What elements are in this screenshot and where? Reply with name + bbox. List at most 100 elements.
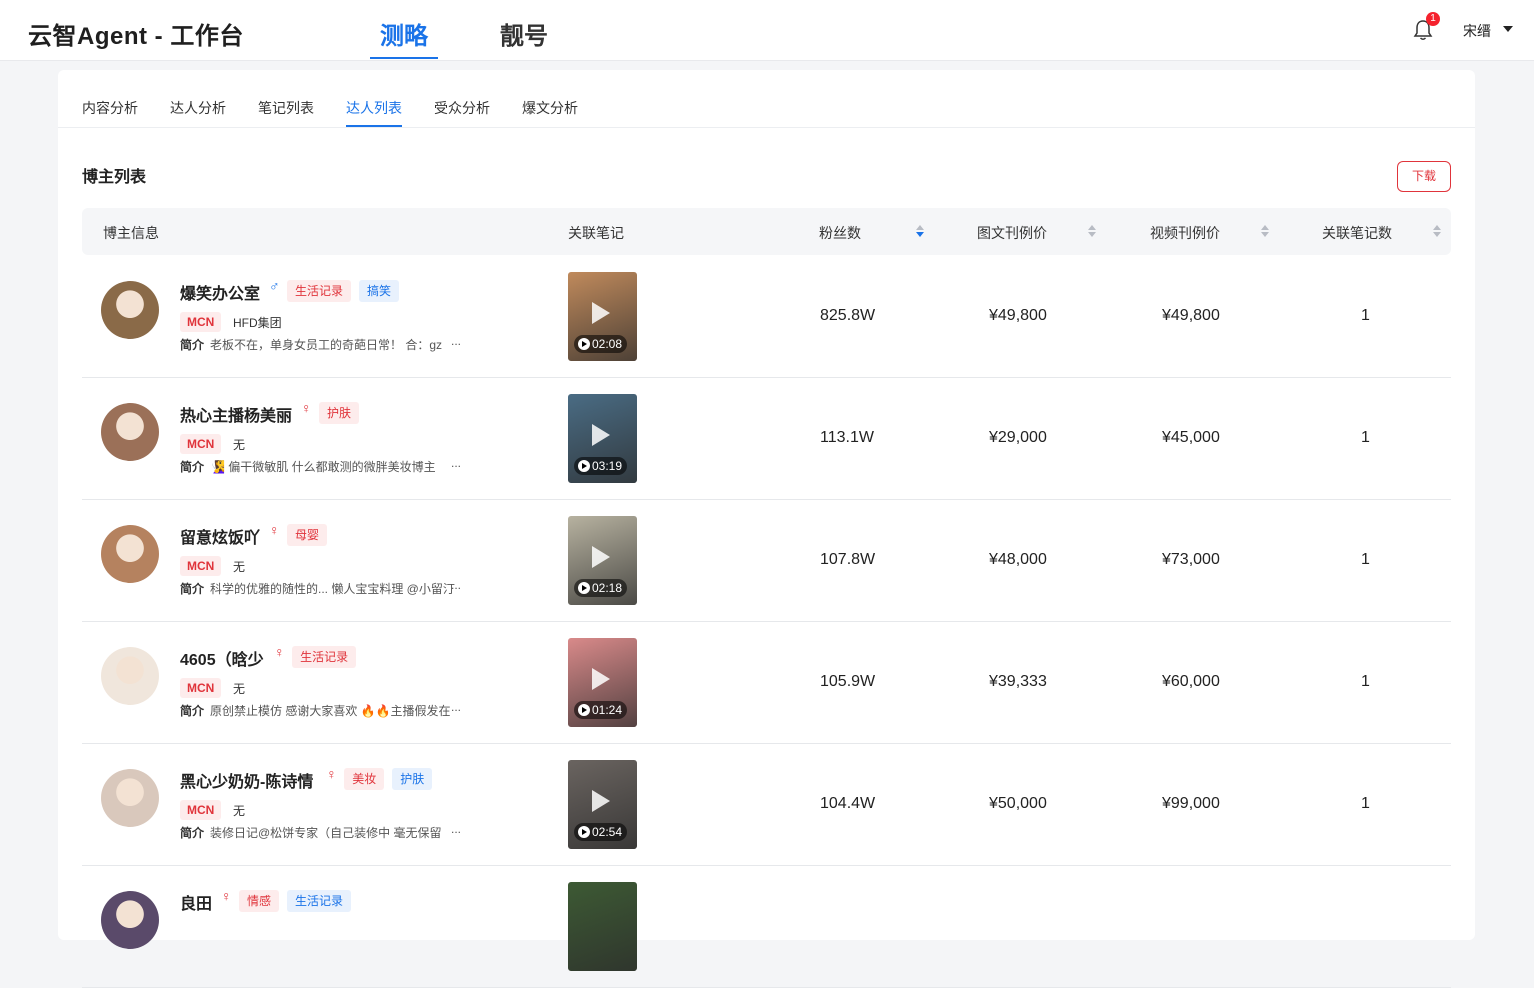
tab-note-list[interactable]: 笔记列表 (258, 98, 314, 118)
avatar[interactable] (101, 769, 159, 827)
gender-female-icon: ♀ (301, 400, 312, 416)
blogger-name[interactable]: 良田 (180, 890, 212, 914)
duration-text: 02:54 (592, 825, 623, 839)
sort-image-price-icon[interactable] (1088, 225, 1096, 239)
bio-label: 简介 (180, 338, 205, 352)
mcn-value: 无 (233, 682, 246, 696)
category-tag: 生活记录 (287, 890, 352, 912)
download-button[interactable]: 下载 (1397, 161, 1451, 192)
play-icon (592, 302, 610, 324)
sub-tab-bar: 内容分析 达人分析 笔记列表 达人列表 受众分析 爆文分析 (58, 70, 1475, 128)
avatar[interactable] (101, 281, 159, 339)
blogger-name[interactable]: 4605（晗少 (180, 646, 264, 670)
note-count: 1 (1361, 673, 1370, 690)
mcn-badge: MCN (180, 312, 222, 332)
tab-lianghao[interactable]: 靓号 (500, 16, 548, 51)
mcn-value: 无 (233, 438, 246, 452)
bio-ellipsis: ... (451, 456, 462, 470)
avatar[interactable] (101, 647, 159, 705)
blogger-name[interactable]: 黑心少奶奶-陈诗情 (180, 768, 313, 792)
col-related-notes: 关联笔记 (568, 225, 624, 241)
sort-note-count-icon[interactable] (1433, 225, 1441, 239)
app-title: 云智Agent - 工作台 (28, 23, 244, 50)
blogger-name[interactable]: 热心主播杨美丽 (180, 402, 292, 426)
col-fans[interactable]: 粉丝数 (819, 223, 861, 243)
blogger-name[interactable]: 留意炫饭吖 (180, 524, 260, 548)
sort-fans-icon[interactable] (916, 225, 924, 239)
fans-count: 104.4W (820, 795, 876, 812)
note-thumbnail[interactable] (568, 882, 637, 971)
tab-audience-analysis[interactable]: 受众分析 (434, 98, 490, 118)
category-tag: 母婴 (287, 524, 328, 546)
table-row[interactable]: 留意炫饭吖 ♀ 母婴 MCN 无简介 科学的优雅的随性的... 懒人宝宝料理 @小留汀..… (82, 500, 1451, 622)
note-thumbnail[interactable]: 02:08 (568, 272, 637, 361)
duration-text: 02:18 (592, 581, 623, 595)
tab-kol-list[interactable]: 达人列表 (346, 98, 402, 118)
tab-celue[interactable]: 测略 (380, 16, 428, 51)
bio-text: 老板不在，单身女员工的奇葩日常！ 合：gz (210, 338, 443, 352)
col-image-price[interactable]: 图文刊例价 (977, 223, 1047, 243)
bio-label: 简介 (180, 826, 205, 840)
mcn-badge: MCN (180, 434, 222, 454)
video-duration: 02:08 (574, 335, 628, 353)
gender-female-icon: ♀ (269, 522, 280, 538)
user-name[interactable]: 宋缙 (1463, 21, 1491, 41)
category-tag: 生活记录 (292, 646, 357, 668)
avatar[interactable] (101, 525, 159, 583)
image-price: ¥49,800 (989, 307, 1047, 324)
avatar[interactable] (101, 403, 159, 461)
play-circle-icon (578, 582, 590, 594)
image-price: ¥39,333 (989, 673, 1047, 690)
main-card: 内容分析 达人分析 笔记列表 达人列表 受众分析 爆文分析 博主列表 下载 博主… (58, 70, 1475, 988)
play-circle-icon (578, 460, 590, 472)
image-price: ¥48,000 (989, 551, 1047, 568)
bio-text: 🧏‍♀️ 偏干微敏肌 什么都敢测的微胖美妆博主 (210, 460, 436, 474)
video-price: ¥99,000 (1162, 795, 1220, 812)
category-tag: 生活记录 (287, 280, 352, 302)
table-row[interactable]: 良田 ♀ 情感 生活记录 (82, 866, 1451, 988)
mcn-value: 无 (233, 560, 246, 574)
active-subtab-indicator (346, 125, 402, 127)
fans-count: 107.8W (820, 551, 876, 568)
note-thumbnail[interactable]: 01:24 (568, 638, 637, 727)
mcn-badge: MCN (180, 800, 222, 820)
gender-female-icon: ♀ (274, 644, 285, 660)
col-note-count[interactable]: 关联笔记数 (1322, 223, 1392, 243)
note-thumbnail[interactable]: 02:18 (568, 516, 637, 605)
bio-ellipsis: ... (451, 700, 462, 714)
video-price: ¥73,000 (1162, 551, 1220, 568)
caret-down-icon[interactable] (1503, 26, 1513, 32)
table-row[interactable]: 热心主播杨美丽 ♀ 护肤 MCN 无简介 🧏‍♀️ 偏干微敏肌 什么都敢测的微胖美妆博主.… (82, 378, 1451, 500)
bio-ellipsis: ... (451, 334, 462, 348)
category-tag: 护肤 (319, 402, 360, 424)
bio-ellipsis: ... (451, 822, 462, 836)
tab-content-analysis[interactable]: 内容分析 (82, 98, 138, 118)
play-circle-icon (578, 826, 590, 838)
bio-ellipsis: ... (451, 578, 462, 592)
category-tag: 美妆 (344, 768, 385, 790)
table-row[interactable]: 黑心少奶奶-陈诗情 ♀ 美妆 护肤 MCN 无简介 装修日记@松饼专家（自己装修中 毫无保留… (82, 744, 1451, 866)
fans-count: 105.9W (820, 673, 876, 690)
video-duration: 02:54 (574, 823, 628, 841)
table-row[interactable]: 爆笑办公室 ♂ 生活记录 搞笑 MCN HFD集团 简介 老板不在，单身女员工的奇葩日常！ 合… (82, 256, 1451, 378)
note-thumbnail[interactable]: 03:19 (568, 394, 637, 483)
play-circle-icon (578, 338, 590, 350)
fans-count: 113.1W (820, 429, 874, 446)
sort-video-price-icon[interactable] (1261, 225, 1269, 239)
avatar[interactable] (101, 891, 159, 949)
note-count: 1 (1361, 795, 1370, 812)
note-thumbnail[interactable]: 02:54 (568, 760, 637, 849)
image-price: ¥29,000 (989, 429, 1047, 446)
note-count: 1 (1361, 551, 1370, 568)
tab-kol-analysis[interactable]: 达人分析 (170, 98, 226, 118)
blogger-name[interactable]: 爆笑办公室 (180, 280, 260, 304)
table-header: 博主信息 关联笔记 粉丝数 图文刊例价 视频刊例价 关联笔记数 (82, 208, 1451, 255)
col-video-price[interactable]: 视频刊例价 (1150, 223, 1220, 243)
active-tab-indicator (370, 57, 438, 59)
video-duration: 02:18 (574, 579, 628, 597)
play-icon (592, 546, 610, 568)
tab-viral-analysis[interactable]: 爆文分析 (522, 98, 578, 118)
note-count: 1 (1361, 429, 1370, 446)
table-row[interactable]: 4605（晗少 ♀ 生活记录 MCN 无简介 原创禁止模仿 感谢大家喜欢 🔥🔥主播假发在.… (82, 622, 1451, 744)
bio-label: 简介 (180, 582, 205, 596)
